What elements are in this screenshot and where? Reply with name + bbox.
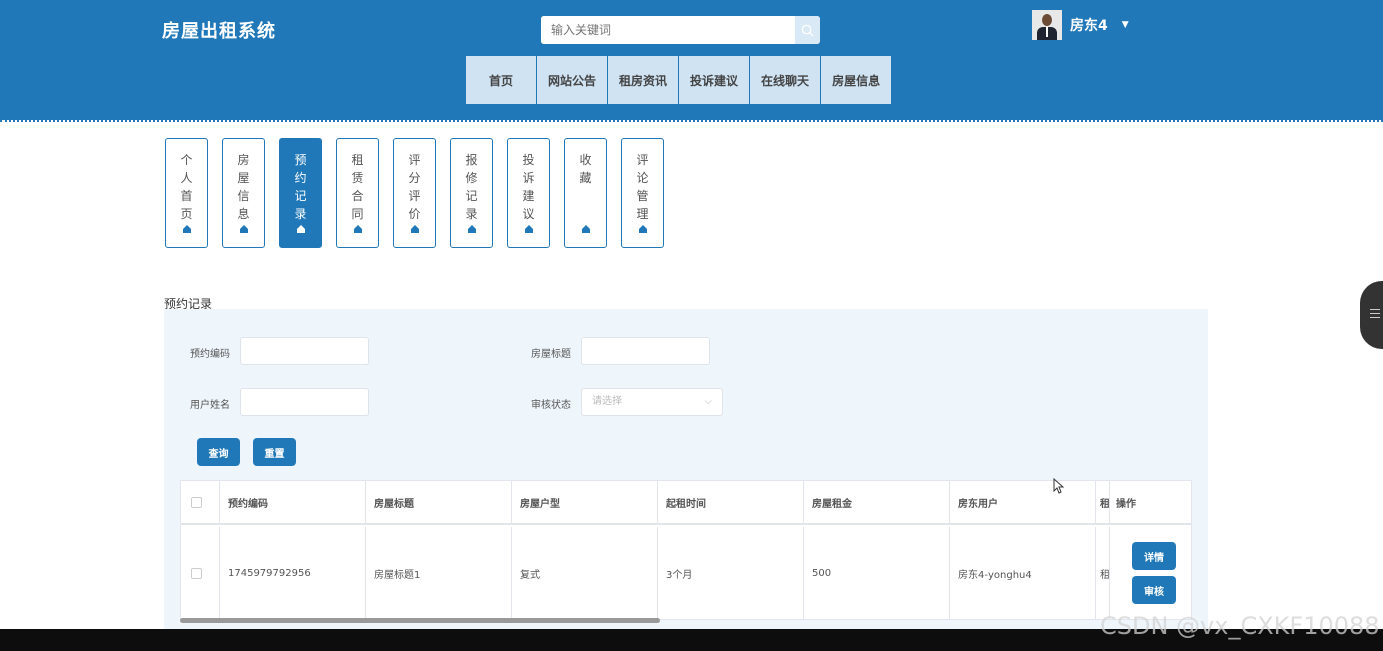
tab-label: 房屋信息 xyxy=(237,153,250,221)
nav-rental-news[interactable]: 租房资讯 xyxy=(608,56,680,104)
query-button[interactable]: 查询 xyxy=(197,438,240,466)
home-icon xyxy=(353,223,363,237)
nav-house-info[interactable]: 房屋信息 xyxy=(821,56,893,104)
tab-4[interactable]: 评分评价 xyxy=(393,138,436,248)
tab-0[interactable]: 个人首页 xyxy=(165,138,208,248)
tab-label: 个人首页 xyxy=(180,153,193,221)
tab-8[interactable]: 评论管理 xyxy=(621,138,664,248)
nav-announcements[interactable]: 网站公告 xyxy=(537,56,609,104)
detail-button[interactable]: 详情 xyxy=(1132,542,1176,570)
nav-home[interactable]: 首页 xyxy=(466,56,537,104)
main-nav: 首页 网站公告 租房资讯 投诉建议 在线聊天 房屋信息 xyxy=(466,56,893,104)
search-input[interactable] xyxy=(541,16,795,44)
tab-label: 评分评价 xyxy=(408,153,421,221)
tab-label: 收藏 xyxy=(579,153,592,185)
tab-label: 评论管理 xyxy=(636,153,649,221)
status-placeholder: 请选择 xyxy=(592,396,622,407)
col-header[interactable]: 预约编码 xyxy=(220,481,366,523)
tab-2[interactable]: 预约记录 xyxy=(279,138,322,248)
search-button[interactable] xyxy=(795,16,820,44)
nav-online-chat[interactable]: 在线聊天 xyxy=(750,56,822,104)
menu-icon xyxy=(1370,309,1380,321)
code-label: 预约编码 xyxy=(190,349,230,360)
table-header: 预约编码 房屋标题 房屋户型 起租时间 房屋租金 房东用户 租 操作 xyxy=(181,481,1191,525)
title-input[interactable] xyxy=(581,337,710,365)
home-icon xyxy=(239,223,249,237)
home-icon xyxy=(581,223,591,237)
site-title[interactable]: 房屋出租系统 xyxy=(162,17,276,43)
home-icon xyxy=(410,223,420,237)
chevron-down-icon: ⌵ xyxy=(704,396,712,407)
cell-layout: 复式 xyxy=(512,527,658,619)
tab-3[interactable]: 租赁合同 xyxy=(336,138,379,248)
review-button[interactable]: 审核 xyxy=(1132,576,1176,604)
home-icon xyxy=(638,223,648,237)
cell-rent: 500 xyxy=(804,527,950,619)
status-label: 审核状态 xyxy=(531,400,571,411)
reset-button[interactable]: 重置 xyxy=(253,438,296,466)
col-header[interactable]: 房东用户 xyxy=(950,481,1096,523)
caret-down-icon: ▼ xyxy=(1121,20,1129,30)
cell-landlord: 房东4-yonghu4 xyxy=(950,527,1096,619)
search-box xyxy=(541,16,820,44)
col-header[interactable]: 房屋租金 xyxy=(804,481,950,523)
cell-code: 1745979792956 xyxy=(220,527,366,619)
center-tabs: 个人首页 房屋信息 预约记录 租赁合同 评分评价 报修记录 投诉建议 收藏 评论管理 xyxy=(165,138,678,248)
code-input[interactable] xyxy=(240,337,369,365)
horizontal-scrollbar[interactable] xyxy=(180,618,660,623)
user-name: 房东4 xyxy=(1070,18,1108,34)
home-icon xyxy=(524,223,534,237)
tab-1[interactable]: 房屋信息 xyxy=(222,138,265,248)
tab-7[interactable]: 收藏 xyxy=(564,138,607,248)
row-checkbox[interactable] xyxy=(191,567,202,579)
table-row: 1745979792956 房屋标题1 复式 3个月 500 房东4-yongh… xyxy=(181,527,1191,619)
home-icon xyxy=(182,223,192,237)
user-label: 用户姓名 xyxy=(190,400,230,411)
tab-label: 投诉建议 xyxy=(522,153,535,221)
watermark: CSDN @vx_CXKF10088 xyxy=(1100,612,1380,640)
user-menu[interactable]: 房东4 ▼ xyxy=(1032,10,1129,40)
home-icon xyxy=(467,223,477,237)
col-header-actions: 操作 xyxy=(1116,498,1136,510)
top-header: 房屋出租系统 房东4 ▼ 首页 网站公告 租房资讯 投诉建议 在线聊天 房屋信息 xyxy=(0,0,1383,122)
tab-5[interactable]: 报修记录 xyxy=(450,138,493,248)
select-all-checkbox[interactable] xyxy=(191,496,202,508)
home-icon xyxy=(296,223,306,237)
col-header[interactable]: 房屋标题 xyxy=(366,481,512,523)
status-select[interactable]: 请选择 ⌵ xyxy=(581,388,723,416)
row-select-cell xyxy=(181,527,220,619)
nav-complaints[interactable]: 投诉建议 xyxy=(679,56,751,104)
cell-title: 房屋标题1 xyxy=(366,527,512,619)
records-table: 预约编码 房屋标题 房屋户型 起租时间 房屋租金 房东用户 租 操作 17459… xyxy=(180,480,1192,620)
floating-side-handle[interactable] xyxy=(1360,281,1383,349)
avatar xyxy=(1032,10,1062,40)
cell-actions: 详情 审核 xyxy=(1110,527,1191,619)
tab-label: 预约记录 xyxy=(294,153,307,221)
title-label: 房屋标题 xyxy=(531,349,571,360)
cell-rent-partial: 租 xyxy=(1096,527,1110,619)
mouse-cursor-icon xyxy=(1053,477,1065,498)
select-all-cell xyxy=(181,481,220,523)
user-input[interactable] xyxy=(240,388,369,416)
tab-6[interactable]: 投诉建议 xyxy=(507,138,550,248)
tab-label: 报修记录 xyxy=(465,153,478,221)
col-header[interactable]: 租 xyxy=(1096,481,1110,523)
col-header[interactable]: 房屋户型 xyxy=(512,481,658,523)
col-header[interactable]: 起租时间 xyxy=(658,481,804,523)
cell-start-time: 3个月 xyxy=(658,527,804,619)
search-icon xyxy=(801,24,814,37)
tab-label: 租赁合同 xyxy=(351,153,364,221)
